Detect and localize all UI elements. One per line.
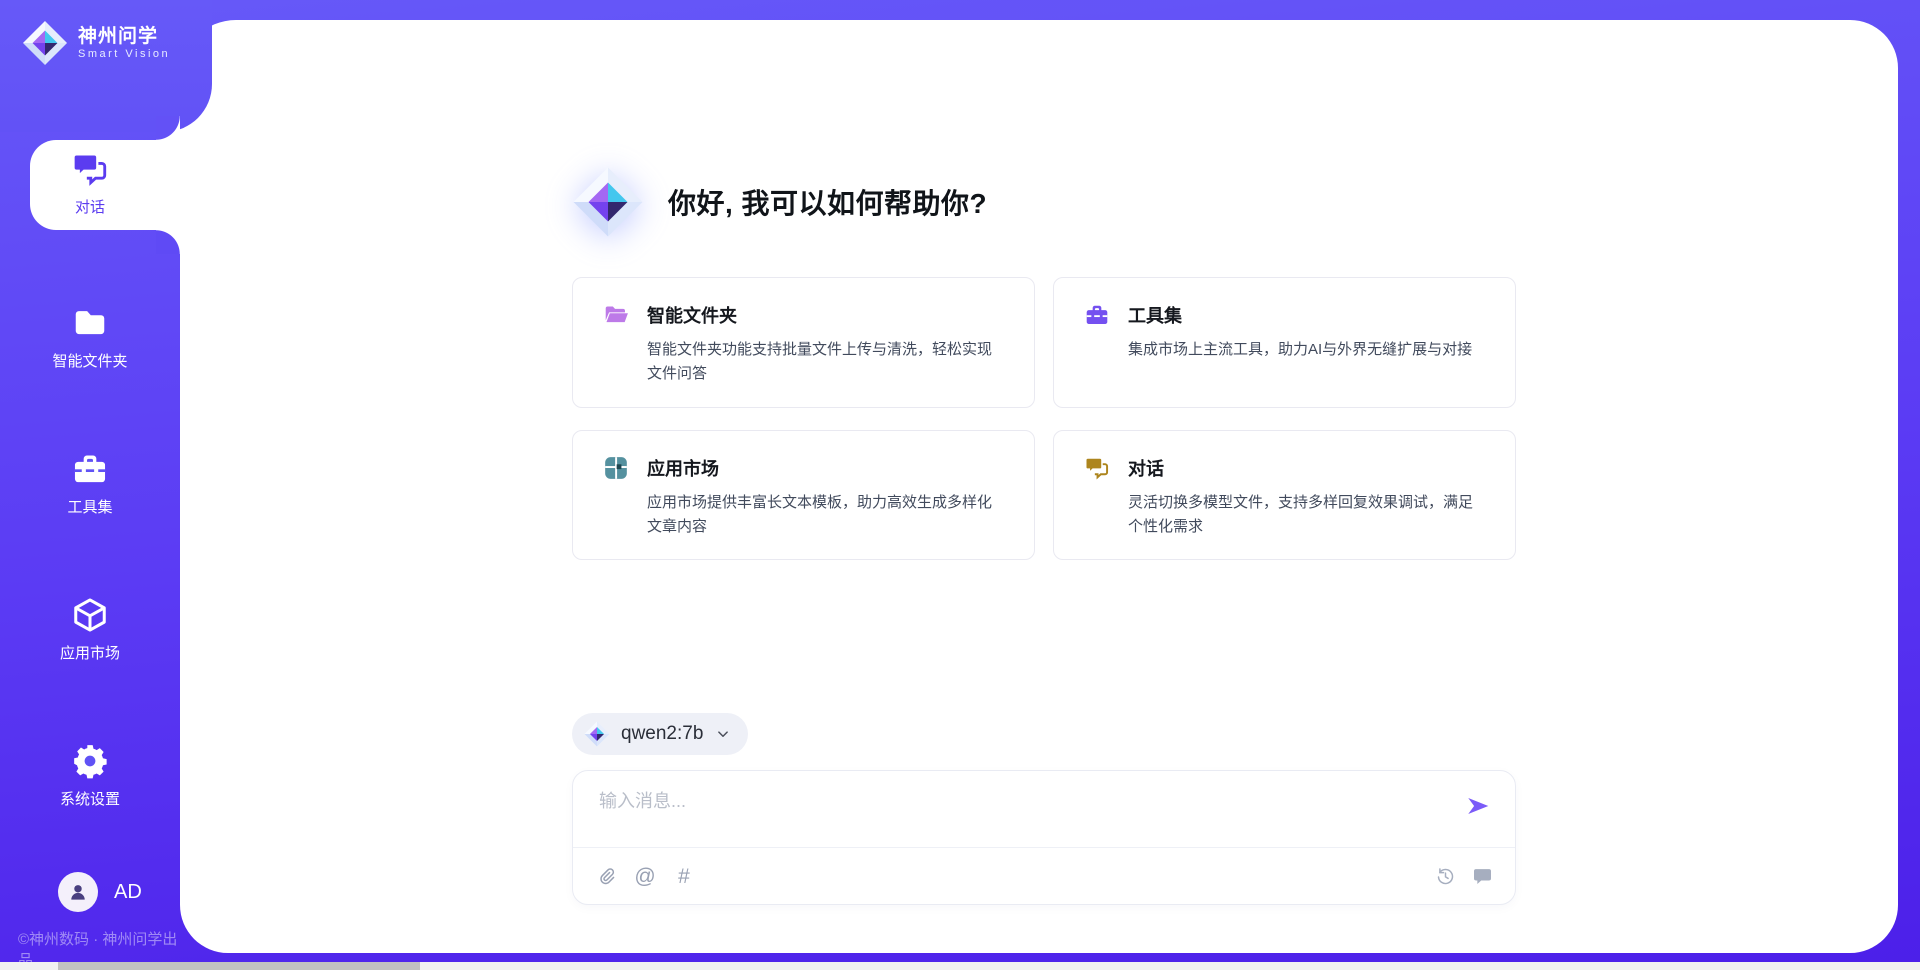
attach-file-button[interactable] — [595, 865, 617, 887]
history-button[interactable] — [1434, 865, 1456, 887]
user-label: AD — [114, 881, 142, 904]
sidebar-item-label: 智能文件夹 — [52, 353, 127, 370]
greeting: 你好, 我可以如何帮助你? — [572, 166, 987, 238]
topic-button[interactable]: # — [673, 865, 695, 887]
sidebar-item-label: 应用市场 — [60, 645, 120, 662]
brand-name: 神州问学 — [78, 26, 170, 48]
composer-right-tools — [1434, 865, 1493, 887]
briefcase-icon — [1084, 302, 1110, 328]
send-icon — [1465, 793, 1491, 819]
folder-open-icon — [603, 302, 629, 328]
sidebar-item-smart-folder[interactable]: 智能文件夹 — [0, 304, 180, 371]
send-button[interactable] — [1465, 793, 1491, 819]
sidebar: 神州问学 Smart Vision 对话 智能文件夹 工具集 应用市场 系统设置… — [0, 0, 180, 970]
mention-button[interactable]: @ — [634, 865, 656, 887]
paperclip-icon — [596, 866, 617, 887]
scrollbar-thumb[interactable] — [58, 962, 420, 970]
composer-toolbar: @ # — [573, 848, 1515, 904]
feature-cards: 智能文件夹 智能文件夹功能支持批量文件上传与清洗，轻松实现文件问答 工具集 集成… — [572, 277, 1516, 560]
message-composer: @ # — [572, 770, 1516, 905]
hash-icon: # — [678, 866, 690, 887]
gear-icon — [71, 742, 109, 780]
card-smart-folder[interactable]: 智能文件夹 智能文件夹功能支持批量文件上传与清洗，轻松实现文件问答 — [572, 277, 1035, 408]
chat-bubbles-icon — [71, 150, 109, 188]
composer-left-tools: @ # — [595, 865, 695, 887]
model-name: qwen2:7b — [621, 723, 703, 745]
sidebar-item-label: 系统设置 — [60, 791, 120, 808]
card-description: 灵活切换多模型文件，支持多样回复效果调试，满足个性化需求 — [1128, 491, 1487, 540]
sidebar-item-toolset[interactable]: 工具集 — [0, 450, 180, 517]
card-app-market[interactable]: 应用市场 应用市场提供丰富长文本模板，助力高效生成多样化文章内容 — [572, 430, 1035, 561]
user-menu[interactable]: AD — [58, 872, 142, 912]
card-title: 智能文件夹 — [647, 302, 737, 328]
brand: 神州问学 Smart Vision — [22, 20, 170, 66]
card-description: 集成市场上主流工具，助力AI与外界无缝扩展与对接 — [1128, 338, 1487, 362]
chevron-down-icon — [714, 725, 732, 743]
card-title: 应用市场 — [647, 455, 719, 481]
app-grid-icon — [603, 455, 629, 481]
model-gem-icon — [584, 721, 610, 747]
card-description: 应用市场提供丰富长文本模板，助力高效生成多样化文章内容 — [647, 491, 1006, 540]
avatar — [58, 872, 98, 912]
card-title: 对话 — [1128, 455, 1164, 481]
at-icon: @ — [634, 866, 655, 887]
greeting-title: 你好, 我可以如何帮助你? — [668, 182, 987, 222]
briefcase-icon — [71, 450, 109, 488]
cube-icon — [71, 596, 109, 634]
feedback-bubble-icon — [1472, 866, 1493, 887]
brand-subtitle: Smart Vision — [78, 48, 170, 60]
horizontal-scrollbar[interactable] — [0, 962, 1920, 970]
new-chat-button[interactable] — [1471, 865, 1493, 887]
folder-icon — [71, 304, 109, 342]
main-content: 你好, 我可以如何帮助你? 智能文件夹 智能文件夹功能支持批量文件上传与清洗，轻… — [572, 20, 1516, 953]
message-input[interactable] — [597, 785, 1431, 841]
card-title: 工具集 — [1128, 302, 1182, 328]
sidebar-item-app-market[interactable]: 应用市场 — [0, 596, 180, 663]
card-description: 智能文件夹功能支持批量文件上传与清洗，轻松实现文件问答 — [647, 338, 1006, 387]
sidebar-item-chat[interactable]: 对话 — [0, 150, 180, 217]
history-icon — [1435, 866, 1456, 887]
sidebar-item-settings[interactable]: 系统设置 — [0, 742, 180, 809]
person-icon — [66, 880, 90, 904]
card-chat[interactable]: 对话 灵活切换多模型文件，支持多样回复效果调试，满足个性化需求 — [1053, 430, 1516, 561]
greeting-gem-icon — [572, 166, 644, 238]
sidebar-item-label: 对话 — [75, 199, 105, 216]
brand-gem-icon — [22, 20, 68, 66]
sidebar-item-label: 工具集 — [67, 499, 112, 516]
chat-bubbles-icon — [1084, 455, 1110, 481]
card-toolset[interactable]: 工具集 集成市场上主流工具，助力AI与外界无缝扩展与对接 — [1053, 277, 1516, 408]
model-selector[interactable]: qwen2:7b — [572, 713, 748, 755]
